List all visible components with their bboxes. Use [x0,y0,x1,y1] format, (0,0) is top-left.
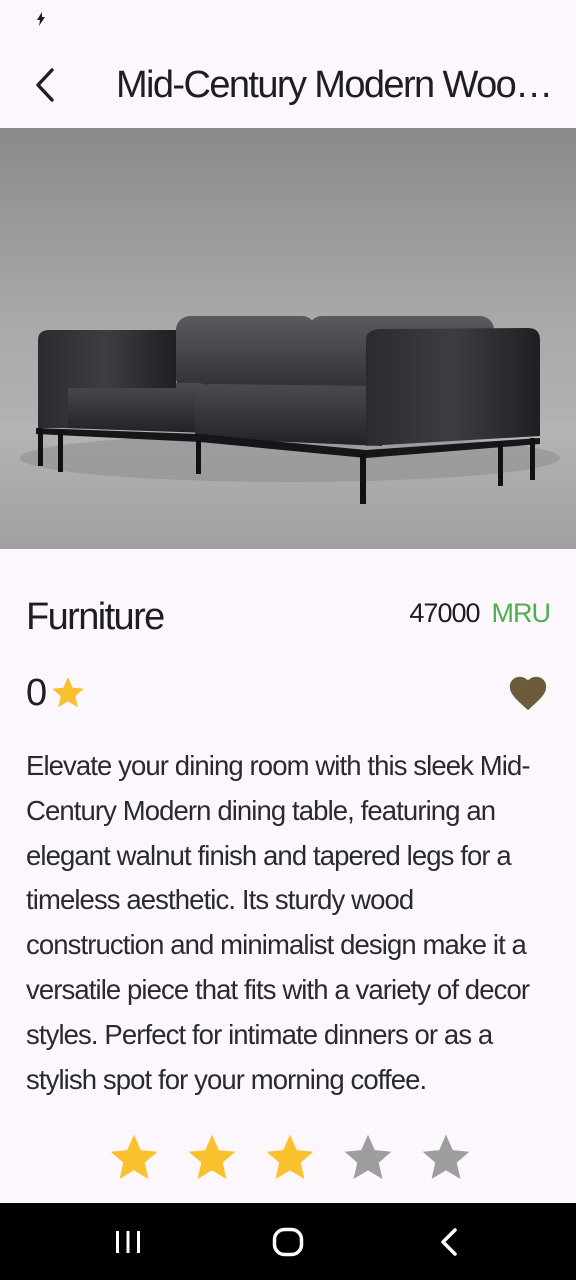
home-icon[interactable] [272,1227,304,1257]
page-title: Mid-Century Modern Woode... [116,64,556,106]
heart-icon [509,676,547,711]
chevron-left-icon [36,68,54,102]
charging-icon [37,12,45,26]
rate-star-1[interactable] [106,1130,162,1186]
product-image [0,128,576,549]
rate-star-5[interactable] [418,1130,474,1186]
back-button[interactable] [22,62,68,108]
system-nav-bar [0,1203,576,1280]
price-value: 47000 [409,598,480,628]
rate-star-2[interactable] [184,1130,240,1186]
rate-star-4[interactable] [340,1130,396,1186]
product-category: Furniture [26,596,165,638]
recent-apps-icon[interactable] [114,1229,142,1255]
rating-input [106,1130,474,1186]
rate-star-3[interactable] [262,1130,318,1186]
price: 47000 MRU [409,598,551,629]
average-rating: 0 [26,668,87,718]
system-back-icon[interactable] [438,1227,460,1257]
favorite-button[interactable] [506,672,550,712]
price-currency: MRU [491,598,551,628]
rating-value: 0 [26,672,48,714]
star-icon [52,677,84,708]
product-description: Elevate your dining room with this sleek… [26,750,531,1095]
app-bar: Mid-Century Modern Woode... [0,40,576,128]
status-bar [0,0,576,40]
